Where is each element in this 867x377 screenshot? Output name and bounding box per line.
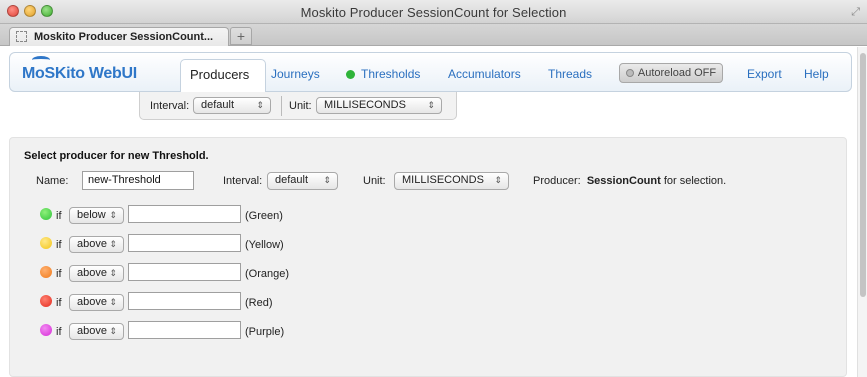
producer-label: Producer: [533, 175, 581, 187]
select-arrows-icon: ⇕ [109, 268, 117, 278]
form-unit-value: MILLISECONDS [402, 174, 484, 186]
operator-value: above [77, 267, 107, 279]
app-header: MoSKito WebUI Producers Journeys Thresho… [9, 52, 852, 94]
vertical-scrollbar[interactable] [857, 47, 867, 377]
browser-tab[interactable]: Moskito Producer SessionCount... [9, 27, 229, 46]
window-titlebar: Moskito Producer SessionCount for Select… [0, 0, 867, 24]
red-label: (Red) [245, 297, 273, 309]
select-arrows-icon: ⇕ [109, 297, 117, 307]
orange-threshold-input[interactable] [128, 263, 241, 281]
form-interval-select[interactable]: default ⇕ [267, 172, 338, 190]
yellow-operator-select[interactable]: above ⇕ [69, 236, 124, 253]
orange-operator-select[interactable]: above ⇕ [69, 265, 124, 282]
window-title: Moskito Producer SessionCount for Select… [300, 5, 567, 20]
interval-label: Interval: [150, 100, 190, 112]
producer-suffix: for selection. [660, 175, 727, 187]
red-operator-select[interactable]: above ⇕ [69, 294, 124, 311]
if-label: if [56, 326, 62, 338]
page-favicon-icon [16, 31, 27, 42]
purple-operator-select[interactable]: above ⇕ [69, 323, 124, 340]
logo-wing-icon [32, 56, 50, 64]
operator-value: above [77, 325, 107, 337]
form-title: Select producer for new Threshold. [24, 150, 209, 162]
select-arrows-icon: ⇕ [109, 239, 117, 249]
tab-strip: Moskito Producer SessionCount... + [0, 24, 867, 46]
thresholds-status-icon [346, 70, 355, 79]
producer-info: Producer: SessionCount for selection. [533, 175, 726, 187]
filter-bar: Interval: default ⇕ Unit: MILLISECONDS ⇕ [139, 92, 457, 120]
yellow-threshold-input[interactable] [128, 234, 241, 252]
producer-name: SessionCount [586, 175, 661, 187]
select-arrows-icon: ⇕ [427, 100, 435, 110]
operator-value: below [77, 209, 106, 221]
form-interval-label: Interval: [223, 175, 263, 187]
interval-select[interactable]: default ⇕ [193, 97, 271, 114]
app-logo[interactable]: MoSKito WebUI [22, 65, 137, 83]
green-operator-select[interactable]: below ⇕ [69, 207, 124, 224]
unit-select-value: MILLISECONDS [324, 99, 406, 111]
threshold-name-input[interactable]: new-Threshold [82, 171, 194, 190]
yellow-status-icon [40, 237, 52, 249]
nav-journeys[interactable]: Journeys [271, 67, 320, 81]
green-threshold-input[interactable] [128, 205, 241, 223]
scrollbar-thumb[interactable] [860, 53, 866, 297]
form-unit-label: Unit: [363, 175, 386, 187]
autoreload-label: Autoreload OFF [637, 67, 717, 79]
operator-value: above [77, 238, 107, 250]
threshold-form-panel: Select producer for new Threshold. Name:… [9, 137, 847, 377]
if-label: if [56, 297, 62, 309]
orange-status-icon [40, 266, 52, 278]
form-unit-select[interactable]: MILLISECONDS ⇕ [394, 172, 509, 190]
if-label: if [56, 210, 62, 222]
autoreload-button[interactable]: Autoreload OFF [619, 63, 723, 83]
purple-label: (Purple) [245, 326, 285, 338]
yellow-label: (Yellow) [245, 239, 284, 251]
tab-title: Moskito Producer SessionCount... [34, 31, 214, 43]
nav-producers[interactable]: Producers [190, 67, 249, 82]
if-label: if [56, 239, 62, 251]
purple-threshold-input[interactable] [128, 321, 241, 339]
orange-label: (Orange) [245, 268, 290, 280]
nav-thresholds[interactable]: Thresholds [346, 67, 420, 81]
nav-accumulators[interactable]: Accumulators [448, 67, 521, 81]
select-arrows-icon: ⇕ [256, 100, 264, 110]
help-link[interactable]: Help [804, 67, 829, 81]
nav-threads[interactable]: Threads [548, 67, 592, 81]
if-label: if [56, 268, 62, 280]
purple-status-icon [40, 324, 52, 336]
unit-select[interactable]: MILLISECONDS ⇕ [316, 97, 442, 114]
form-interval-value: default [275, 174, 309, 186]
nav-thresholds-label: Thresholds [361, 67, 421, 81]
new-tab-button[interactable]: + [230, 27, 252, 45]
select-arrows-icon: ⇕ [323, 175, 331, 185]
select-arrows-icon: ⇕ [109, 210, 117, 220]
export-link[interactable]: Export [747, 67, 782, 81]
red-threshold-input[interactable] [128, 292, 241, 310]
fullscreen-icon[interactable]: ⤢ [851, 6, 860, 19]
filter-divider [281, 96, 282, 116]
green-label: (Green) [245, 210, 283, 222]
name-label: Name: [36, 175, 69, 187]
autoreload-status-icon [625, 69, 634, 77]
red-status-icon [40, 295, 52, 307]
select-arrows-icon: ⇕ [494, 175, 502, 185]
operator-value: above [77, 296, 107, 308]
unit-label: Unit: [289, 100, 312, 112]
green-status-icon [40, 208, 52, 220]
interval-select-value: default [201, 99, 235, 111]
select-arrows-icon: ⇕ [109, 326, 117, 336]
